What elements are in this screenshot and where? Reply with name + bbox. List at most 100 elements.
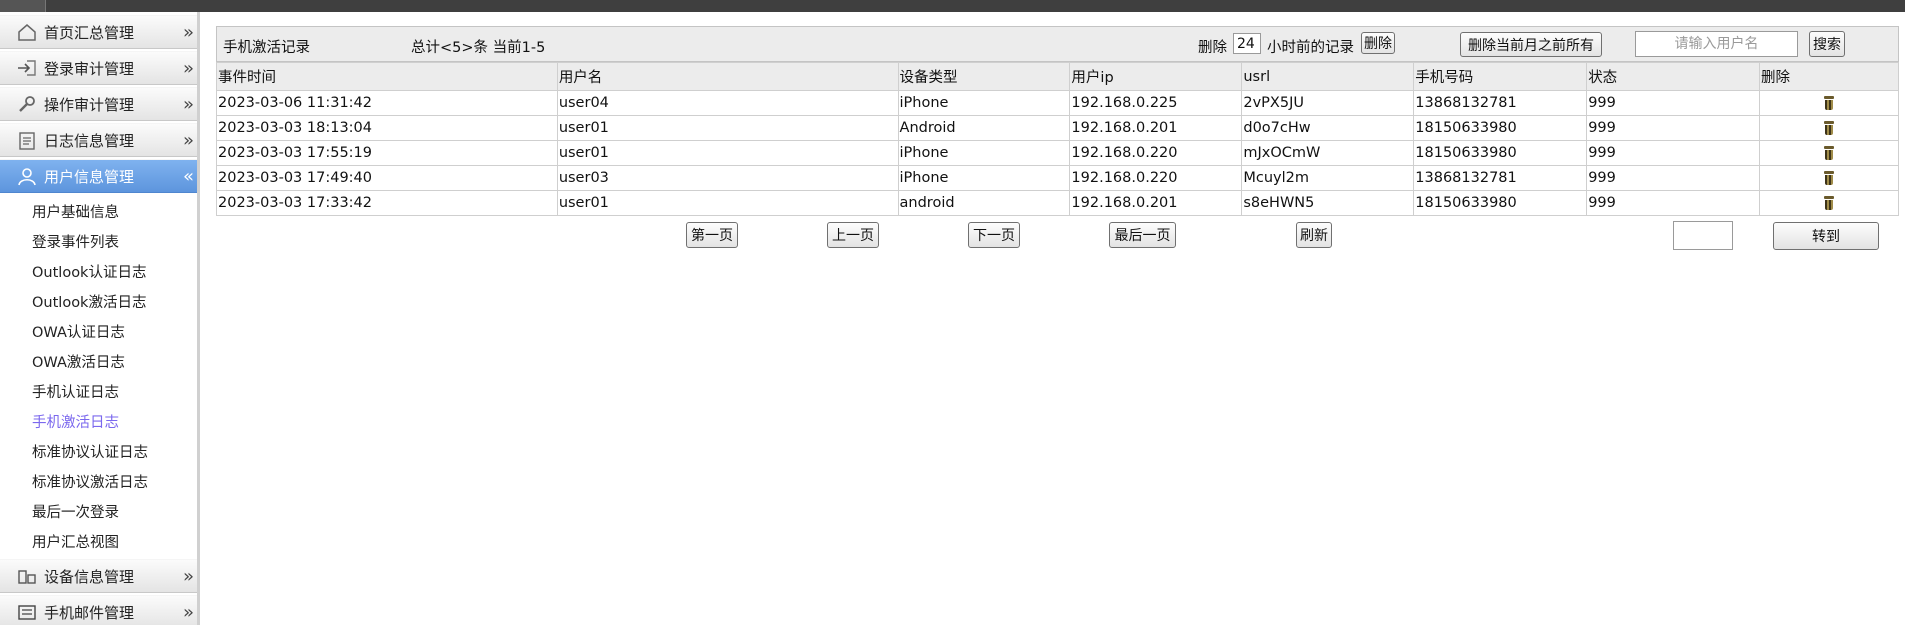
cell-user-ip: 192.168.0.220 [1069,140,1243,166]
sidebar-item-owa-auth-log[interactable]: OWA认证日志 [32,321,125,342]
cell-user-ip: 192.168.0.201 [1069,190,1243,216]
table-row: 2023-03-03 17:55:19 user01 iPhone 192.16… [216,140,1899,166]
toolbar: 手机激活记录 总计<5>条 当前1-5 删除 小时前的记录 删除 删除当前月之前… [216,26,1899,62]
cell-username: user01 [556,140,899,166]
sidebar-item-login-event-list[interactable]: 登录事件列表 [32,231,119,252]
menu-group-log-info[interactable]: 日志信息管理 » [0,123,197,157]
cell-phone: 13868132781 [1413,165,1588,191]
cell-delete [1759,90,1899,116]
cell-device-type: iPhone [897,165,1071,191]
column-header[interactable]: usrl [1241,62,1415,91]
cell-status: 999 [1586,165,1761,191]
cell-device-type: android [897,190,1071,216]
cell-username: user01 [556,115,899,141]
menu-group-operation-audit[interactable]: 操作审计管理 » [0,87,197,121]
user-icon [16,166,38,186]
column-header[interactable]: 事件时间 [216,62,558,91]
activation-table: 事件时间 用户名 设备类型 用户ip usrl 手机号码 状态 删除 2023-… [216,62,1899,216]
expand-arrow-icon: » [182,130,194,151]
home-icon [16,22,38,42]
table-header-row: 事件时间 用户名 设备类型 用户ip usrl 手机号码 状态 删除 [216,62,1899,91]
table-row: 2023-03-03 18:13:04 user01 Android 192.1… [216,115,1899,141]
sidebar-item-outlook-activation-log[interactable]: Outlook激活日志 [32,291,146,312]
column-header[interactable]: 手机号码 [1413,62,1588,91]
trash-icon[interactable] [1823,146,1835,160]
expand-arrow-icon: » [182,602,194,623]
cell-user-ip: 192.168.0.220 [1069,165,1243,191]
trash-icon[interactable] [1823,171,1835,185]
column-header[interactable]: 状态 [1586,62,1761,91]
sidebar-item-user-basic-info[interactable]: 用户基础信息 [32,201,119,222]
column-header[interactable]: 删除 [1759,62,1899,91]
top-bar-logo [0,0,46,12]
cell-phone: 18150633980 [1413,115,1588,141]
menu-group-label: 操作审计管理 [44,95,135,114]
menu-group-login-audit[interactable]: 登录审计管理 » [0,51,197,85]
wrench-icon [16,94,38,114]
trash-icon[interactable] [1823,196,1835,210]
cell-status: 999 [1586,90,1761,116]
sidebar-item-user-summary-view[interactable]: 用户汇总视图 [32,531,119,552]
cell-username: user01 [556,190,899,216]
menu-group-label: 登录审计管理 [44,59,135,78]
prev-page-button[interactable]: 上一页 [827,222,879,248]
column-header[interactable]: 设备类型 [897,62,1071,91]
page-title: 手机激活记录 [223,40,310,56]
column-header[interactable]: 用户名 [556,62,899,91]
delete-prefix-label: 删除 [1198,40,1227,56]
expand-arrow-icon: » [182,22,194,43]
page-number-input[interactable] [1673,221,1733,250]
cell-delete [1759,115,1899,141]
refresh-button[interactable]: 刷新 [1296,222,1332,248]
menu-group-mobile-mail[interactable]: 手机邮件管理 » [0,595,197,625]
device-icon [16,566,38,586]
sidebar-item-mobile-auth-log[interactable]: 手机认证日志 [32,381,119,402]
cell-event-time: 2023-03-03 18:13:04 [216,115,558,141]
cell-usrl: s8eHWN5 [1241,190,1415,216]
hours-input[interactable] [1233,33,1261,54]
next-page-button[interactable]: 下一页 [968,222,1020,248]
trash-icon[interactable] [1823,96,1835,110]
sidebar-item-standard-activation-log[interactable]: 标准协议激活日志 [32,471,148,492]
cell-event-time: 2023-03-03 17:55:19 [216,140,558,166]
cell-event-time: 2023-03-03 17:49:40 [216,165,558,191]
cell-event-time: 2023-03-06 11:31:42 [216,90,558,116]
last-page-button[interactable]: 最后一页 [1109,222,1176,248]
sidebar-item-outlook-auth-log[interactable]: Outlook认证日志 [32,261,146,282]
sidebar: 首页汇总管理 » 登录审计管理 » 操作审计管理 » 日志信息管理 » 用户信息… [0,12,200,625]
trash-icon[interactable] [1823,121,1835,135]
mail-icon [16,602,38,622]
sidebar-item-last-login[interactable]: 最后一次登录 [32,501,119,522]
expand-arrow-icon: » [182,566,194,587]
table-row: 2023-03-03 17:49:40 user03 iPhone 192.16… [216,165,1899,191]
cell-status: 999 [1586,140,1761,166]
sidebar-item-mobile-activation-log[interactable]: 手机激活日志 [32,411,119,432]
menu-group-device-info[interactable]: 设备信息管理 » [0,559,197,593]
cell-delete [1759,190,1899,216]
delete-before-month-button[interactable]: 删除当前月之前所有 [1460,32,1602,57]
search-button[interactable]: 搜索 [1809,31,1845,57]
cell-usrl: Mcuyl2m [1241,165,1415,191]
cell-phone: 18150633980 [1413,140,1588,166]
column-header[interactable]: 用户ip [1069,62,1243,91]
expand-arrow-icon: » [182,58,194,79]
top-bar [0,0,1905,12]
cell-device-type: iPhone [897,90,1071,116]
first-page-button[interactable]: 第一页 [686,222,738,248]
delete-hours-button[interactable]: 删除 [1361,32,1395,54]
cell-phone: 13868132781 [1413,90,1588,116]
cell-status: 999 [1586,115,1761,141]
delete-suffix-label: 小时前的记录 [1267,40,1354,56]
sidebar-item-owa-activation-log[interactable]: OWA激活日志 [32,351,125,372]
cell-delete [1759,140,1899,166]
menu-group-user-info[interactable]: 用户信息管理 « [0,159,197,193]
cell-username: user03 [556,165,899,191]
search-input[interactable] [1635,31,1798,57]
menu-group-home-summary[interactable]: 首页汇总管理 » [0,15,197,49]
cell-usrl: 2vPX5JU [1241,90,1415,116]
login-icon [16,58,38,78]
menu-group-label: 用户信息管理 [44,167,135,186]
goto-button[interactable]: 转到 [1773,222,1879,250]
expand-arrow-icon: » [182,94,194,115]
sidebar-item-standard-auth-log[interactable]: 标准协议认证日志 [32,441,148,462]
